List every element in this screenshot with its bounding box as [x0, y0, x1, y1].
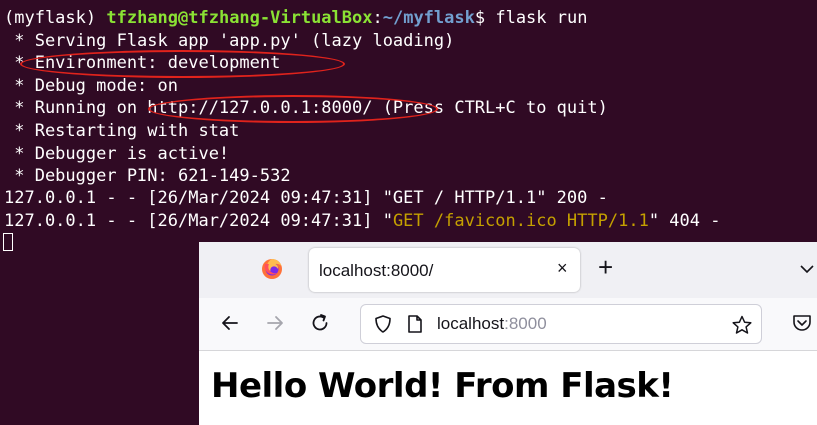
browser-window: localhost:8000/ × + localhost:8000 Hello…	[199, 242, 817, 425]
address-bar[interactable]: localhost:8000	[360, 304, 762, 344]
prompt-command: flask run	[485, 8, 588, 28]
back-arrow-icon[interactable]	[218, 311, 242, 335]
tab-localhost[interactable]: localhost:8000/ ×	[309, 248, 580, 292]
forward-arrow-icon[interactable]	[263, 311, 287, 335]
virtualenv-name: (myflask)	[4, 8, 97, 28]
terminal-prompt-line: (myflask) tfzhang@tfzhang-VirtualBox:~/m…	[4, 7, 587, 29]
shield-icon[interactable]	[373, 314, 393, 334]
prompt-path: ~/myflask	[382, 8, 475, 28]
url-port: :8000	[504, 314, 547, 333]
log-prefix: 127.0.0.1 - - [26/Mar/2024 09:47:31] "	[4, 211, 393, 231]
tab-close-button[interactable]: ×	[557, 258, 568, 279]
url-text[interactable]: localhost:8000	[437, 314, 547, 334]
url-highlight-ellipse	[148, 95, 438, 123]
firefox-logo-icon	[262, 259, 282, 279]
output-restarting-line: * Restarting with stat	[4, 121, 240, 141]
request-log-line-favicon: 127.0.0.1 - - [26/Mar/2024 09:47:31] "GE…	[4, 210, 720, 232]
output-serving-line: * Serving Flask app 'app.py' (lazy loadi…	[4, 31, 455, 51]
terminal-cursor	[3, 233, 13, 251]
reload-icon[interactable]	[308, 311, 332, 335]
log-request-warning: GET /favicon.ico HTTP/1.1	[392, 211, 649, 231]
chevron-down-icon[interactable]	[800, 262, 814, 276]
environment-highlight-ellipse	[20, 50, 345, 78]
pocket-icon[interactable]	[791, 313, 813, 333]
navigation-toolbar: localhost:8000	[199, 298, 817, 351]
log-suffix: " 404 -	[648, 211, 721, 231]
prompt-dollar: $	[474, 8, 486, 28]
prompt-colon: :	[372, 8, 383, 28]
output-debugger-active-line: * Debugger is active!	[4, 144, 230, 164]
url-host: localhost	[437, 314, 505, 333]
output-debugger-pin-line: * Debugger PIN: 621-149-532	[4, 166, 291, 186]
page-icon[interactable]	[406, 314, 424, 334]
page-content: Hello World! From Flask!	[199, 351, 817, 425]
tab-bar: localhost:8000/ × +	[199, 242, 817, 298]
output-debug-mode-line: * Debug mode: on	[4, 76, 178, 96]
new-tab-button[interactable]: +	[598, 254, 613, 280]
prompt-userhost: tfzhang@tfzhang-VirtualBox	[106, 8, 373, 28]
tab-title: localhost:8000/	[319, 261, 434, 280]
bookmark-star-icon[interactable]	[731, 314, 753, 336]
request-log-line: 127.0.0.1 - - [26/Mar/2024 09:47:31] "GE…	[4, 188, 608, 208]
page-heading: Hello World! From Flask!	[211, 366, 674, 406]
